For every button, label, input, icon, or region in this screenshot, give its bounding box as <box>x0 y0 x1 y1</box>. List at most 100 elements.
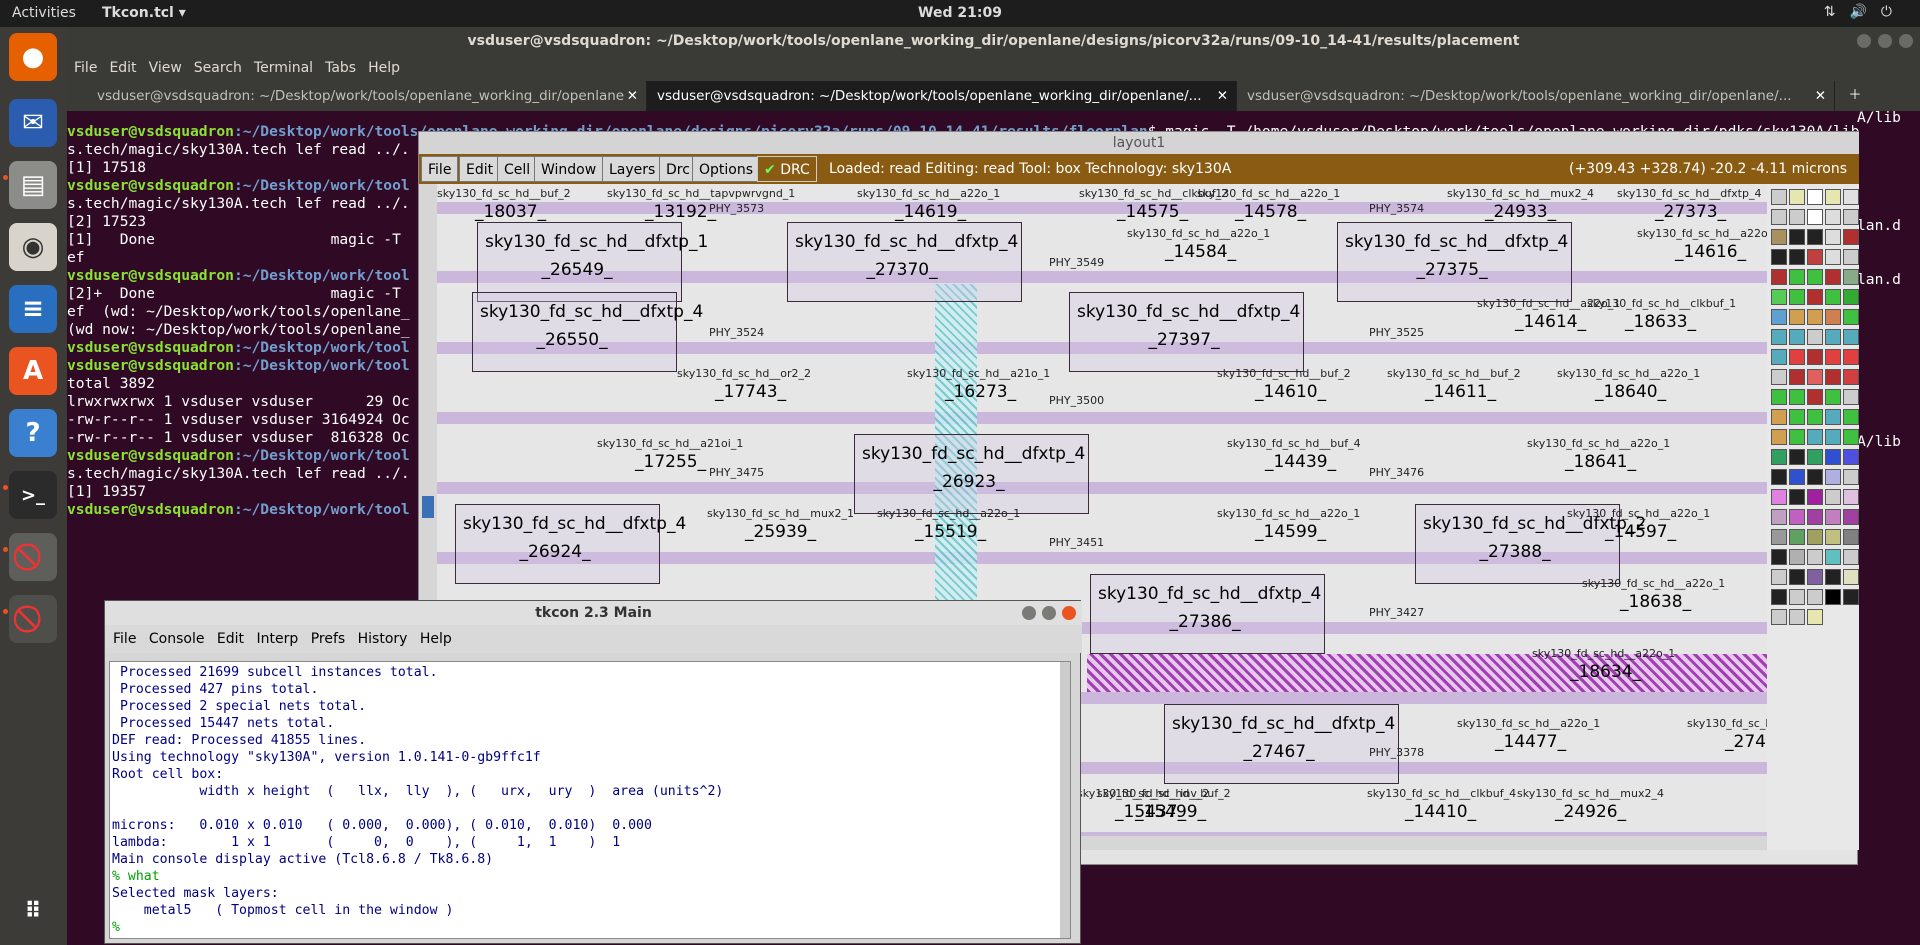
layer-swatch[interactable] <box>1789 269 1805 285</box>
layer-swatch[interactable] <box>1825 189 1841 205</box>
layer-swatch[interactable] <box>1825 269 1841 285</box>
layer-swatch[interactable] <box>1807 349 1823 365</box>
terminal-tab[interactable]: vsduser@vsdsquadron: ~/Desktop/work/tool… <box>67 81 647 111</box>
layer-swatch[interactable] <box>1825 429 1841 445</box>
blocked-app-icon[interactable]: ⃠ <box>9 533 57 581</box>
layer-swatch[interactable] <box>1825 209 1841 225</box>
layer-swatch[interactable] <box>1825 529 1841 545</box>
layer-swatch[interactable] <box>1807 189 1823 205</box>
drc-toggle[interactable]: ✔ DRC <box>757 156 817 182</box>
layer-swatch[interactable] <box>1807 609 1823 625</box>
layer-swatch[interactable] <box>1843 369 1859 385</box>
system-tray[interactable]: ⇅🔊⏻ <box>1824 4 1906 20</box>
layer-swatch[interactable] <box>1807 329 1823 345</box>
menu-window[interactable]: Window <box>534 156 604 182</box>
layer-swatch[interactable] <box>1789 569 1805 585</box>
menu-console[interactable]: Console <box>141 625 205 647</box>
layer-swatch[interactable] <box>1843 349 1859 365</box>
close-icon[interactable]: ✕ <box>1815 81 1826 111</box>
thunderbird-icon[interactable]: ✉ <box>9 99 57 147</box>
layer-swatch[interactable] <box>1807 549 1823 565</box>
layer-swatch[interactable] <box>1789 229 1805 245</box>
layer-swatch[interactable] <box>1843 529 1859 545</box>
layer-swatch[interactable] <box>1789 189 1805 205</box>
layer-swatch[interactable] <box>1807 209 1823 225</box>
layer-swatch[interactable] <box>1825 509 1841 525</box>
layer-swatch[interactable] <box>1771 249 1787 265</box>
layer-swatch[interactable] <box>1789 589 1805 605</box>
writer-icon[interactable]: ≡ <box>9 285 57 333</box>
menu-file[interactable]: File <box>69 55 102 76</box>
layer-swatch[interactable] <box>1807 429 1823 445</box>
layer-swatch[interactable] <box>1807 269 1823 285</box>
layer-swatch[interactable] <box>1789 469 1805 485</box>
layer-swatch[interactable] <box>1807 529 1823 545</box>
show-apps-icon[interactable]: ⠿ <box>9 887 57 935</box>
menu-options[interactable]: Options <box>692 156 761 182</box>
layer-swatch[interactable] <box>1789 449 1805 465</box>
terminal-tab[interactable]: vsduser@vsdsquadron: ~/Desktop/work/tool… <box>1237 81 1835 111</box>
layer-swatch[interactable] <box>1771 469 1787 485</box>
menu-tabs[interactable]: Tabs <box>320 55 361 76</box>
layer-swatch[interactable] <box>1771 589 1787 605</box>
layer-swatch[interactable] <box>1771 269 1787 285</box>
close-icon[interactable]: ✕ <box>627 81 638 111</box>
layer-swatch[interactable] <box>1771 329 1787 345</box>
layer-palette[interactable] <box>1767 184 1859 850</box>
layer-swatch[interactable] <box>1825 569 1841 585</box>
layer-swatch[interactable] <box>1825 249 1841 265</box>
layer-swatch[interactable] <box>1807 409 1823 425</box>
layer-swatch[interactable] <box>1807 509 1823 525</box>
layer-swatch[interactable] <box>1843 569 1859 585</box>
layer-swatch[interactable] <box>1771 609 1787 625</box>
layer-swatch[interactable] <box>1771 509 1787 525</box>
menu-help[interactable]: Help <box>412 625 452 647</box>
close-button[interactable] <box>1899 34 1913 48</box>
layer-swatch[interactable] <box>1825 309 1841 325</box>
blocked-app-icon[interactable]: ⃠ <box>9 595 57 643</box>
layer-swatch[interactable] <box>1771 409 1787 425</box>
layer-swatch[interactable] <box>1789 529 1805 545</box>
layer-swatch[interactable] <box>1807 229 1823 245</box>
minimize-button[interactable] <box>1857 34 1871 48</box>
layer-swatch[interactable] <box>1825 449 1841 465</box>
layer-swatch[interactable] <box>1771 189 1787 205</box>
menu-prefs[interactable]: Prefs <box>303 625 345 647</box>
menu-help[interactable]: Help <box>363 55 405 76</box>
layer-swatch[interactable] <box>1807 309 1823 325</box>
layer-swatch[interactable] <box>1789 409 1805 425</box>
layer-swatch[interactable] <box>1771 349 1787 365</box>
layer-swatch[interactable] <box>1843 509 1859 525</box>
menu-view[interactable]: View <box>144 55 187 76</box>
layer-swatch[interactable] <box>1825 369 1841 385</box>
terminal-tab[interactable]: vsduser@vsdsquadron: ~/Desktop/work/tool… <box>647 81 1237 111</box>
console-scrollbar[interactable] <box>1060 662 1070 938</box>
layer-swatch[interactable] <box>1843 289 1859 305</box>
help-icon[interactable]: ? <box>9 409 57 457</box>
layer-swatch[interactable] <box>1771 529 1787 545</box>
firefox-icon[interactable]: ● <box>9 33 57 81</box>
layer-swatch[interactable] <box>1789 289 1805 305</box>
layer-swatch[interactable] <box>1807 249 1823 265</box>
layer-swatch[interactable] <box>1807 389 1823 405</box>
layer-swatch[interactable] <box>1843 409 1859 425</box>
rhythmbox-icon[interactable]: ◉ <box>9 223 57 271</box>
layer-swatch[interactable] <box>1789 309 1805 325</box>
layer-swatch[interactable] <box>1789 509 1805 525</box>
new-tab-button[interactable]: ＋ <box>1835 81 1875 111</box>
menu-edit[interactable]: Edit <box>459 156 501 182</box>
maximize-button[interactable] <box>1042 606 1056 620</box>
layer-swatch[interactable] <box>1825 389 1841 405</box>
menu-terminal[interactable]: Terminal <box>249 55 318 76</box>
close-button[interactable] <box>1062 606 1076 620</box>
layer-swatch[interactable] <box>1825 349 1841 365</box>
layer-swatch[interactable] <box>1807 369 1823 385</box>
layer-swatch[interactable] <box>1807 569 1823 585</box>
menu-edit[interactable]: Edit <box>209 625 244 647</box>
layer-swatch[interactable] <box>1771 209 1787 225</box>
software-icon[interactable]: A <box>9 347 57 395</box>
layer-swatch[interactable] <box>1771 429 1787 445</box>
layer-swatch[interactable] <box>1807 449 1823 465</box>
layer-swatch[interactable] <box>1825 589 1841 605</box>
layer-swatch[interactable] <box>1771 229 1787 245</box>
